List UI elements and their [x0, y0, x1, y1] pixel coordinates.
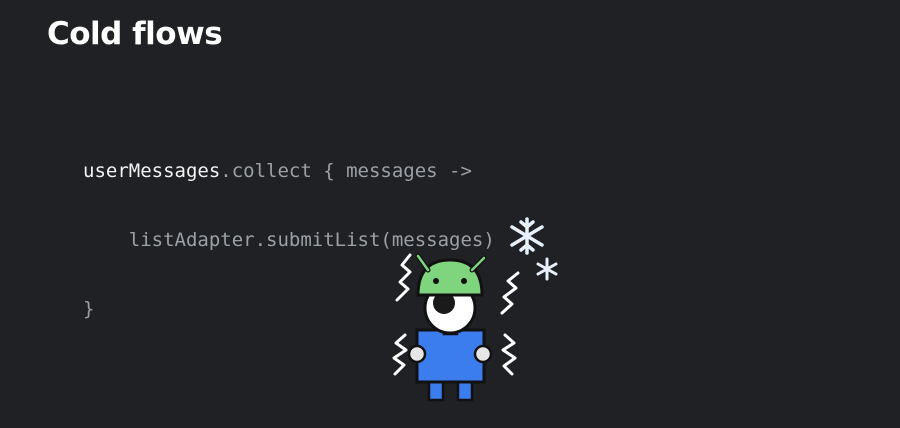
slide-title: Cold flows	[47, 16, 223, 52]
code-identifier: userMessages	[83, 160, 221, 182]
slide: Cold flows userMessages.collect { messag…	[0, 0, 900, 428]
code-collect-call: .collect { messages ->	[220, 160, 472, 182]
shivering-android-mascot-icon	[392, 217, 558, 402]
snowflake-icon	[536, 257, 558, 281]
snowflake-icon	[510, 217, 544, 255]
code-line-1: userMessages.collect { messages ->	[83, 160, 495, 183]
